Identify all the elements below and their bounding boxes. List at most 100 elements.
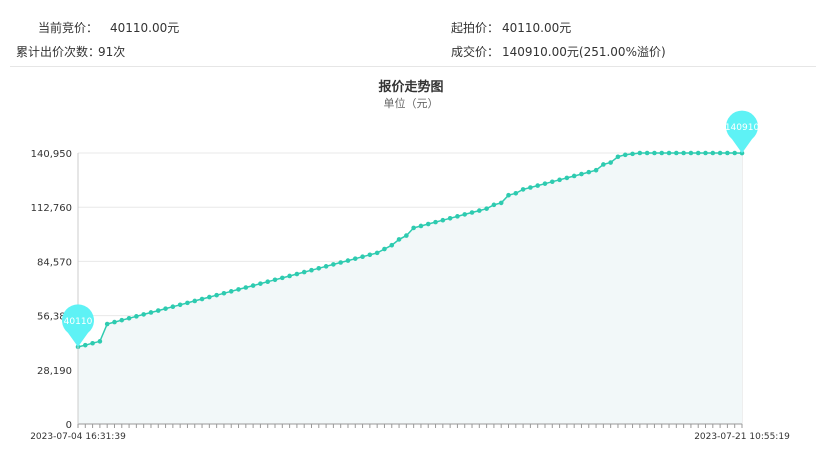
marker-label: 140910 bbox=[725, 123, 760, 133]
data-point bbox=[717, 150, 723, 156]
data-point bbox=[732, 150, 738, 156]
value-marker: 140910 bbox=[725, 110, 760, 154]
data-point bbox=[221, 290, 227, 296]
data-point bbox=[360, 254, 365, 260]
data-point bbox=[287, 273, 292, 279]
data-point bbox=[367, 252, 373, 258]
data-point bbox=[82, 342, 88, 348]
data-point bbox=[477, 208, 482, 213]
data-point bbox=[243, 285, 249, 290]
data-point bbox=[674, 150, 679, 156]
data-point bbox=[615, 154, 621, 160]
data-point bbox=[418, 223, 424, 229]
data-point bbox=[710, 150, 716, 156]
data-point bbox=[323, 264, 329, 269]
y-tick-label: 28,190 bbox=[37, 366, 72, 377]
data-point bbox=[294, 271, 300, 277]
data-point bbox=[250, 283, 256, 288]
price-trend-chart: 028,19056,38084,570112,760140,9502023-07… bbox=[30, 110, 790, 442]
data-point bbox=[506, 192, 511, 198]
data-point bbox=[389, 242, 395, 248]
data-point bbox=[411, 225, 416, 231]
data-point bbox=[382, 246, 387, 252]
data-point bbox=[112, 319, 117, 325]
data-point bbox=[170, 304, 176, 310]
data-point bbox=[345, 258, 351, 263]
data-point bbox=[564, 175, 570, 181]
data-point bbox=[425, 221, 431, 227]
data-point bbox=[272, 277, 278, 283]
marker-label: 40110 bbox=[64, 317, 93, 327]
data-point bbox=[396, 237, 402, 242]
data-point bbox=[126, 315, 132, 321]
x-label-start: 2023-07-04 16:31:39 bbox=[30, 432, 126, 442]
data-point bbox=[666, 150, 672, 156]
data-point bbox=[491, 202, 497, 208]
data-point bbox=[528, 185, 533, 190]
data-point bbox=[630, 151, 635, 157]
data-point bbox=[498, 200, 504, 206]
data-point bbox=[520, 187, 526, 192]
data-point bbox=[90, 340, 95, 346]
area-fill bbox=[78, 153, 742, 424]
data-point bbox=[104, 321, 110, 327]
data-point bbox=[207, 294, 212, 300]
data-point bbox=[549, 179, 555, 185]
data-point bbox=[608, 160, 613, 165]
data-point bbox=[192, 298, 198, 304]
data-point bbox=[542, 181, 548, 186]
data-point bbox=[119, 317, 125, 323]
data-point bbox=[148, 310, 154, 315]
data-point bbox=[228, 289, 234, 294]
data-point bbox=[185, 300, 190, 306]
data-point bbox=[309, 267, 314, 273]
data-point bbox=[455, 214, 460, 219]
data-point bbox=[338, 260, 343, 265]
y-tick-label: 112,760 bbox=[31, 203, 72, 214]
data-point bbox=[571, 173, 577, 179]
data-point bbox=[725, 150, 730, 156]
data-point bbox=[637, 150, 643, 156]
data-point bbox=[622, 152, 628, 158]
data-point bbox=[280, 275, 285, 281]
data-point bbox=[199, 296, 205, 302]
data-point bbox=[433, 219, 438, 225]
data-point bbox=[601, 162, 606, 167]
data-point bbox=[703, 150, 708, 156]
data-point bbox=[141, 312, 146, 317]
data-point bbox=[404, 233, 409, 238]
data-point bbox=[593, 167, 599, 173]
data-point bbox=[447, 215, 453, 221]
data-point bbox=[97, 339, 103, 344]
data-point bbox=[513, 190, 519, 196]
data-point bbox=[535, 183, 540, 188]
y-tick-label: 84,570 bbox=[37, 257, 72, 268]
value-marker: 40110 bbox=[61, 304, 94, 347]
data-point bbox=[301, 269, 307, 275]
data-point bbox=[258, 281, 263, 286]
data-point bbox=[652, 150, 657, 156]
data-point bbox=[681, 150, 686, 156]
data-point bbox=[688, 150, 694, 156]
data-point bbox=[134, 314, 139, 319]
data-point bbox=[579, 171, 584, 177]
data-point bbox=[462, 212, 468, 217]
data-point bbox=[214, 292, 219, 298]
data-point bbox=[265, 279, 271, 285]
data-point bbox=[440, 217, 446, 223]
data-point bbox=[659, 150, 665, 156]
data-point bbox=[695, 150, 701, 156]
data-point bbox=[236, 287, 241, 292]
data-point bbox=[163, 306, 168, 311]
x-label-end: 2023-07-21 10:55:19 bbox=[694, 432, 790, 442]
data-point bbox=[155, 308, 161, 313]
data-point bbox=[644, 150, 650, 156]
data-point bbox=[352, 256, 358, 261]
data-point bbox=[331, 262, 336, 267]
data-point bbox=[484, 206, 489, 211]
data-point bbox=[374, 250, 380, 256]
data-point bbox=[469, 210, 475, 215]
data-point bbox=[316, 265, 322, 271]
data-point bbox=[177, 302, 183, 308]
data-point bbox=[557, 177, 562, 183]
